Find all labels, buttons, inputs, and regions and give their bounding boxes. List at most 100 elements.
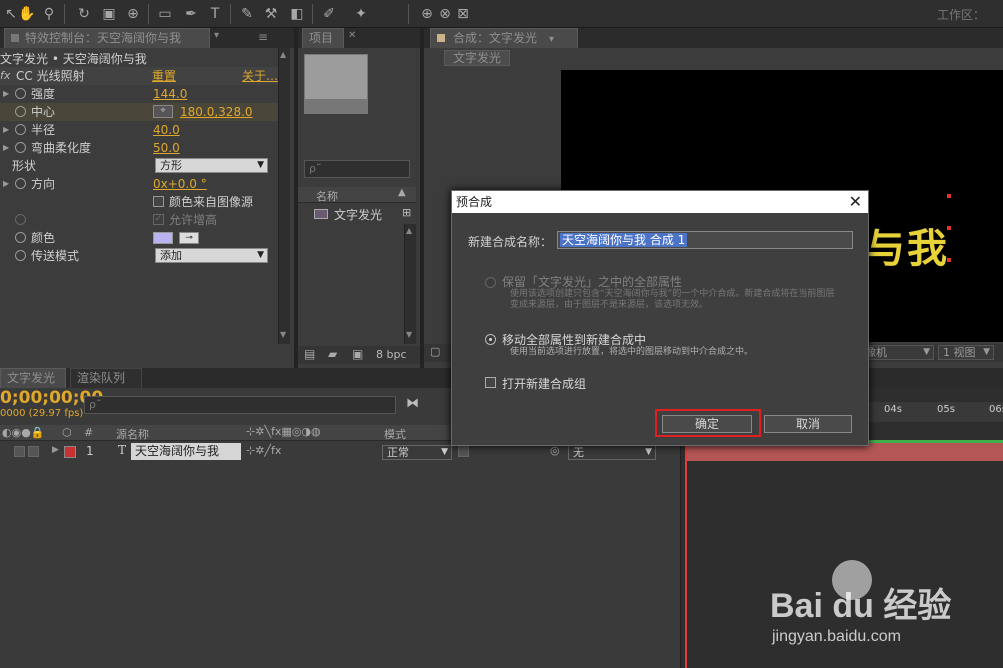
chevron-down-icon: ▼ (441, 447, 448, 457)
sort-up-icon[interactable]: ▲ (398, 187, 406, 198)
layer-label-color[interactable] (64, 446, 76, 458)
rotate-tool-icon[interactable]: ↻ (75, 5, 93, 23)
column-name-label[interactable]: 名称 (316, 188, 338, 204)
project-item-row[interactable]: 文字发光 ⊞ (298, 205, 416, 223)
tab-timeline[interactable]: 文字发光 (0, 368, 66, 388)
camera-tool-icon[interactable]: ▣ (100, 5, 118, 23)
view-axis-icon[interactable]: ⊠ (454, 5, 472, 23)
effect-controls-scrollbar[interactable]: ▲ ▼ (278, 48, 290, 344)
fx-icon[interactable]: fx (0, 67, 10, 85)
stopwatch-icon[interactable] (15, 142, 26, 153)
transfer-mode-dropdown[interactable]: 添加 ▼ (155, 248, 268, 263)
expand-arrow-icon[interactable]: ▶ (3, 175, 9, 193)
interpret-footage-icon[interactable]: ▤ (304, 347, 315, 361)
project-close-icon[interactable]: ✕ (348, 30, 356, 41)
expand-arrow-icon[interactable]: ▶ (3, 139, 9, 157)
reset-link[interactable]: 重置 (152, 67, 176, 85)
eyedropper-icon[interactable]: ⊸ (179, 232, 199, 244)
layer-switch-boxes[interactable] (322, 446, 374, 457)
audio-toggle[interactable] (28, 446, 39, 457)
crosshair-icon[interactable]: ⌖ (153, 105, 173, 118)
label-tag-icon[interactable]: ⬡ (62, 426, 72, 439)
eraser-tool-icon[interactable]: ◧ (288, 5, 306, 23)
stopwatch-icon[interactable] (15, 106, 26, 117)
color-swatch[interactable] (153, 232, 173, 244)
puppet-pin-tool-icon[interactable]: ✦ (352, 5, 370, 23)
stopwatch-icon[interactable] (15, 124, 26, 135)
ruler-tick-label: 05s (937, 404, 955, 415)
chevron-down-icon: ▼ (983, 347, 990, 357)
project-tabbar: 项目 ✕ (298, 28, 420, 48)
new-comp-name-field[interactable]: 天空海阔你与我 合成 1 (557, 231, 853, 249)
stopwatch-icon[interactable] (15, 232, 26, 243)
world-axis-icon[interactable]: ⊗ (436, 5, 454, 23)
visibility-toggle[interactable] (14, 446, 25, 457)
property-value[interactable]: 0x+0.0 ° (153, 175, 207, 193)
expand-arrow-icon[interactable]: ▶ (3, 85, 9, 103)
parent-dropdown[interactable]: 无 ▼ (568, 445, 656, 460)
pen-tool-icon[interactable]: ✒ (182, 5, 200, 23)
composition-subtab[interactable]: 文字发光 (444, 50, 511, 66)
rectangle-tool-icon[interactable]: ▭ (156, 5, 174, 23)
cancel-button[interactable]: 取消 (764, 415, 852, 433)
move-attributes-radio[interactable] (485, 334, 496, 345)
project-scrollbar[interactable]: ▲ ▼ (404, 224, 416, 344)
stopwatch-icon[interactable] (15, 88, 26, 99)
blend-mode-dropdown[interactable]: 正常 ▼ (382, 445, 452, 460)
tab-dropdown-icon[interactable]: ▾ (549, 34, 554, 45)
property-value[interactable]: 50.0 (153, 139, 180, 157)
color-from-source-checkbox[interactable] (153, 196, 164, 207)
brush-tool-icon[interactable]: ✎ (238, 5, 256, 23)
new-folder-icon[interactable]: ▰ (328, 347, 337, 361)
zoom-tool-icon[interactable]: ⚲ (40, 5, 58, 23)
hand-tool-icon[interactable]: ✋ (18, 5, 36, 23)
expand-arrow-icon[interactable]: ▶ (3, 121, 9, 139)
panel-menu-icon[interactable]: ≡ (258, 30, 268, 44)
axis-mode-icon[interactable]: ⊕ (418, 5, 436, 23)
property-value[interactable]: 40.0 (153, 121, 180, 139)
comp-flowchart-icon[interactable]: ⧓ (406, 396, 419, 411)
property-label: 强度 (31, 87, 56, 101)
stopwatch-icon[interactable] (15, 178, 26, 189)
layer-name[interactable]: 天空海阔你与我 (131, 443, 241, 460)
scroll-down-icon[interactable]: ▼ (406, 330, 412, 339)
bit-depth-label[interactable]: 8 bpc (376, 348, 407, 361)
timeline-search-input[interactable]: ρ˜ (84, 396, 396, 414)
tab-project[interactable]: 项目 (302, 28, 344, 48)
pan-behind-tool-icon[interactable]: ⊕ (124, 5, 142, 23)
layer-switches-icons[interactable]: ⊹✲╱fx (246, 444, 281, 457)
close-icon[interactable]: ✕ (849, 192, 862, 212)
tab-composition[interactable]: 合成：文字发光 ▾ (430, 28, 578, 48)
tab-render-queue[interactable]: 渲染队列 (70, 368, 142, 388)
current-time-indicator[interactable] (685, 422, 687, 668)
column-mode-label[interactable]: 模式 (384, 426, 406, 442)
property-value[interactable]: 144.0 (153, 85, 187, 103)
text-tool-icon[interactable]: T (206, 5, 224, 23)
open-new-comp-checkbox[interactable] (485, 377, 496, 388)
roto-brush-tool-icon[interactable]: ✐ (320, 5, 338, 23)
column-source-name-label[interactable]: 源名称 (116, 426, 149, 442)
view-layout-dropdown[interactable]: 1 视图 ▼ (938, 345, 994, 360)
new-composition-icon[interactable]: ▣ (352, 347, 363, 361)
always-preview-icon[interactable]: ▢ (430, 345, 440, 358)
keep-attributes-description: 使用该选项创建只包含“天空海阔你与我”的一个中介合成。新建合成将在当前图层变成来… (510, 289, 835, 310)
video-switch-icon[interactable]: ◐◉●🔒 (2, 426, 45, 439)
scroll-up-icon[interactable]: ▲ (406, 226, 412, 235)
trackmatte-toggle[interactable] (458, 446, 469, 457)
camera-dropdown[interactable]: 像机 ▼ (862, 345, 934, 360)
stopwatch-icon[interactable] (15, 250, 26, 261)
expand-arrow-icon[interactable]: ▶ (52, 445, 59, 455)
flowchart-icon[interactable]: ⊞ (402, 206, 411, 219)
scroll-down-icon[interactable]: ▼ (280, 330, 286, 339)
project-search-input[interactable]: ρ˜ (304, 160, 410, 178)
shape-dropdown[interactable]: 方形 ▼ (155, 158, 268, 173)
clone-stamp-tool-icon[interactable]: ⚒ (262, 5, 280, 23)
tab-dropdown-icon[interactable]: ▾ (214, 30, 219, 41)
ok-button[interactable]: 确定 (662, 415, 752, 433)
property-value[interactable]: 180.0,328.0 (180, 103, 253, 121)
scroll-up-icon[interactable]: ▲ (280, 50, 286, 59)
open-new-comp-label: 打开新建合成组 (502, 377, 587, 391)
about-link[interactable]: 关于… (242, 67, 278, 85)
workspace-label[interactable]: 工作区： (937, 6, 985, 23)
tab-effect-controls[interactable]: 特效控制台：天空海阔你与我 (4, 28, 210, 48)
